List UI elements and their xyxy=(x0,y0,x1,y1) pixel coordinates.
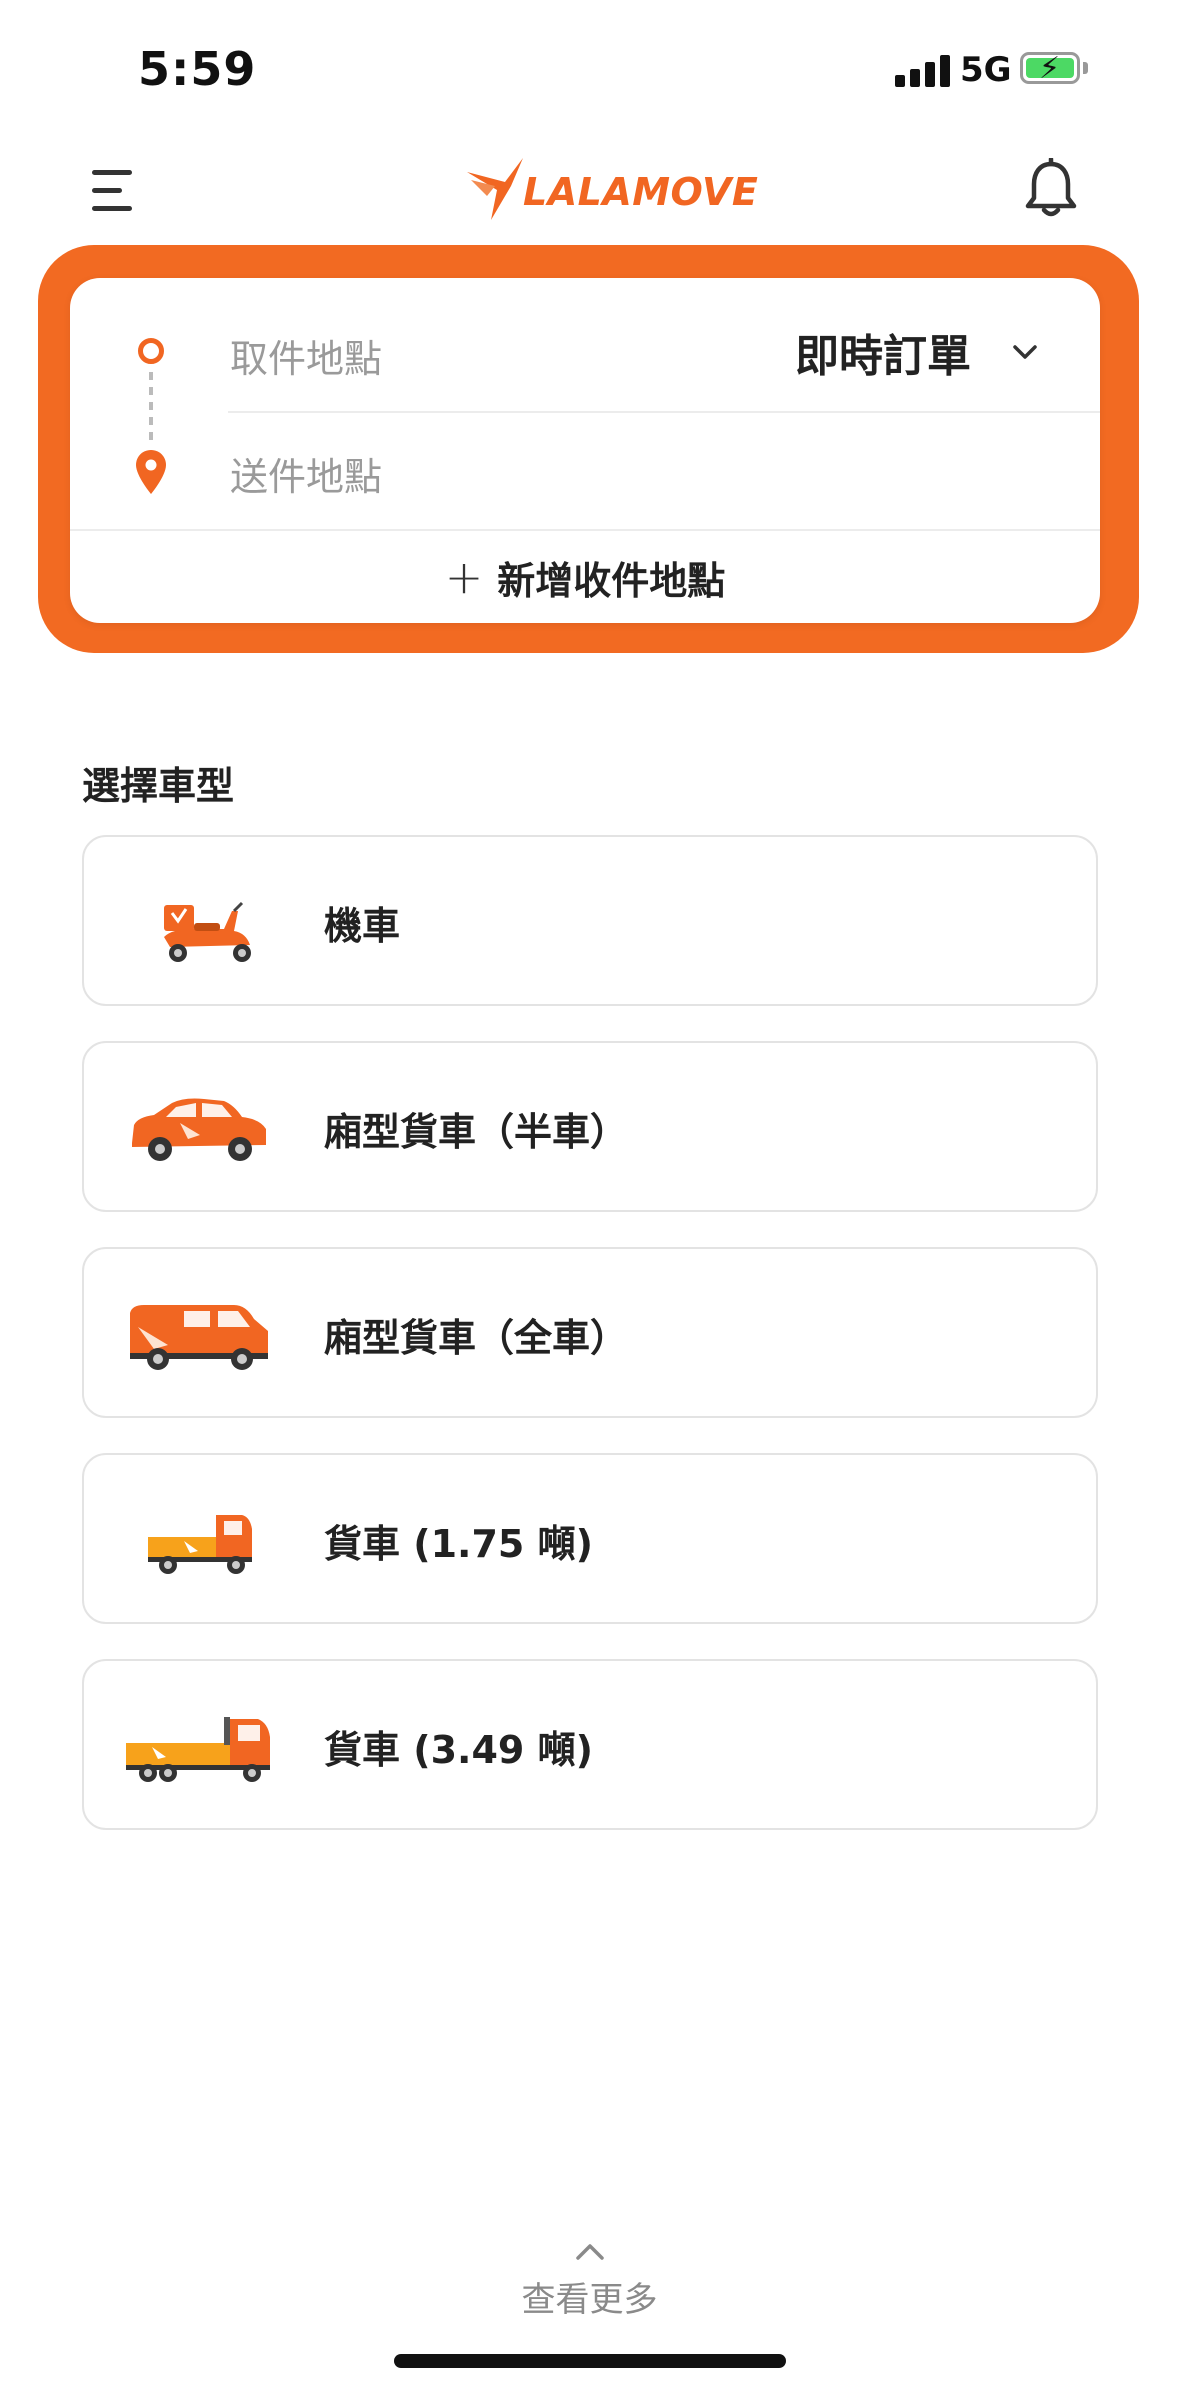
small-truck-icon xyxy=(148,1515,252,1574)
pickup-dot-icon xyxy=(138,338,164,364)
status-bar: 5:59 5G ⚡ xyxy=(0,0,1179,130)
motorcycle-icon xyxy=(164,901,251,962)
suv-icon xyxy=(132,1098,266,1161)
order-type-label: 即時訂單 xyxy=(795,331,971,382)
bird-logo-icon xyxy=(467,158,523,220)
vehicle-card-suv[interactable]: 廂型貨車（半車） xyxy=(82,1041,1098,1212)
battery-icon: ⚡ xyxy=(1020,51,1080,86)
vehicle-card-van[interactable]: 廂型貨車（全車） xyxy=(82,1247,1098,1418)
vehicle-label: 機車 xyxy=(324,904,401,948)
vehicle-card-small-truck[interactable]: 貨車 (1.75 噸) xyxy=(82,1453,1098,1624)
large-truck-icon xyxy=(126,1717,270,1782)
dropoff-placeholder: 送件地點 xyxy=(230,455,383,499)
chevron-down-icon xyxy=(1013,345,1037,359)
route-connector xyxy=(149,372,153,444)
van-icon xyxy=(130,1305,268,1370)
lalamove-logo: LALAMOVE xyxy=(465,150,758,230)
add-stop-label: 新增收件地點 xyxy=(497,558,726,603)
dropoff-location-field[interactable] xyxy=(70,411,1100,529)
plus-icon: + xyxy=(444,550,484,604)
add-stop-button[interactable]: + 新增收件地點 xyxy=(70,531,1100,623)
vehicle-label: 貨車 (1.75 噸) xyxy=(324,1522,593,1566)
order-type-dropdown[interactable]: 即時訂單 xyxy=(795,322,1041,382)
menu-button[interactable] xyxy=(92,168,138,214)
section-title: 選擇車型 xyxy=(82,764,235,808)
network-type: 5G xyxy=(960,50,1012,90)
notification-bell-icon[interactable] xyxy=(1025,156,1077,220)
location-pin-icon xyxy=(136,450,166,494)
home-indicator xyxy=(394,2354,786,2368)
battery-tip xyxy=(1083,62,1088,74)
vehicle-label: 廂型貨車（全車） xyxy=(324,1316,629,1360)
see-more-label: 查看更多 xyxy=(521,2280,658,2320)
route-card: 取件地點 送件地點 即時訂單 + 新增收件地點 xyxy=(70,278,1100,623)
logo-text: LALAMOVE xyxy=(523,170,759,214)
vehicle-card-motorcycle[interactable]: 機車 xyxy=(82,835,1098,1006)
vehicle-card-large-truck[interactable]: 貨車 (3.49 噸) xyxy=(82,1659,1098,1830)
pickup-placeholder: 取件地點 xyxy=(230,337,383,381)
chevron-up-icon xyxy=(575,2244,604,2260)
vehicle-label: 貨車 (3.49 噸) xyxy=(324,1728,593,1772)
signal-icon xyxy=(895,55,953,87)
see-more-button[interactable]: 查看更多 xyxy=(0,2240,1179,2321)
vehicle-label: 廂型貨車（半車） xyxy=(324,1110,629,1154)
status-time: 5:59 xyxy=(138,42,257,96)
divider xyxy=(228,411,1100,413)
